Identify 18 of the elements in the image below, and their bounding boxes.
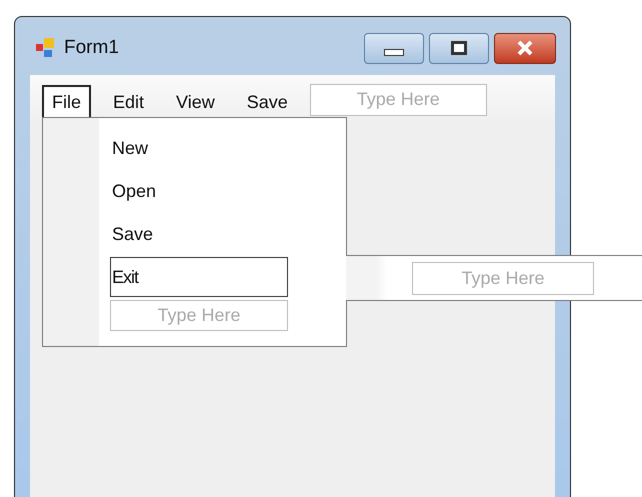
dropdown-item[interactable]: Exit — [110, 257, 288, 297]
menu-item[interactable]: View — [166, 85, 225, 120]
maximize-icon — [451, 41, 467, 55]
dropdown-item[interactable]: New — [110, 128, 288, 168]
menu-item[interactable]: Edit — [103, 85, 154, 120]
minimize-button[interactable] — [364, 32, 424, 64]
dropdown-item[interactable]: Save — [110, 214, 288, 254]
window-title: Form1 — [64, 36, 119, 60]
close-button[interactable] — [494, 32, 556, 64]
menu-item[interactable]: Save — [236, 85, 298, 120]
dropdown-item[interactable]: Open — [110, 171, 288, 211]
maximize-button[interactable] — [429, 32, 489, 64]
new-menu-field[interactable]: Type Here — [310, 84, 487, 116]
new-subitem-field[interactable]: Type Here — [412, 262, 594, 294]
close-icon — [516, 40, 534, 56]
new-item-field[interactable]: Type Here — [110, 300, 288, 331]
menu-item[interactable]: File — [42, 85, 92, 120]
minimize-icon — [384, 48, 404, 56]
